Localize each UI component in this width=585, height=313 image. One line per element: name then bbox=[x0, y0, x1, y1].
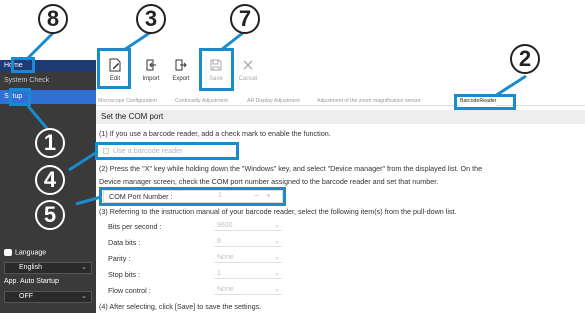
callout-box-barcode-tab bbox=[454, 94, 516, 110]
chevron-down-icon: ⌄ bbox=[81, 264, 87, 271]
language-value: English bbox=[19, 264, 42, 271]
parity-label: Parity : bbox=[108, 254, 131, 263]
chevron-down-icon: ⌄ bbox=[274, 254, 280, 261]
data-bits-value: 8 bbox=[217, 238, 221, 245]
step-2-line-1: (2) Press the "X" key while holding down… bbox=[99, 164, 483, 173]
tab-microscope-configuration[interactable]: Microscope Configuration bbox=[98, 96, 157, 106]
callout-box-com-port bbox=[99, 187, 286, 206]
chevron-down-icon: ⌄ bbox=[274, 238, 280, 245]
close-icon bbox=[243, 60, 253, 70]
cancel-label: Cancel bbox=[238, 76, 258, 82]
callout-box-setup bbox=[9, 88, 31, 106]
language-icon bbox=[4, 249, 12, 256]
callout-box-save bbox=[199, 48, 234, 91]
language-label: Language bbox=[4, 249, 46, 256]
language-label-text: Language bbox=[15, 249, 47, 257]
tab-confocality-adjustment[interactable]: Confocality Adjustment bbox=[175, 96, 228, 106]
stop-bits-select[interactable]: 1 ⌄ bbox=[214, 268, 282, 279]
stop-bits-value: 1 bbox=[217, 270, 221, 277]
chevron-down-icon: ⌄ bbox=[274, 222, 280, 229]
callout-number-1: 1 bbox=[35, 128, 65, 158]
auto-startup-select[interactable]: OFF ⌄ bbox=[4, 291, 92, 303]
export-label: Export bbox=[172, 76, 190, 82]
language-select[interactable]: English ⌄ bbox=[4, 262, 92, 274]
screenshot-stage: Home System Check Setup Language English… bbox=[0, 0, 585, 313]
chevron-down-icon: ⌄ bbox=[274, 270, 280, 277]
callout-box-home bbox=[11, 57, 35, 73]
data-bits-select[interactable]: 8 ⌄ bbox=[214, 236, 282, 247]
flow-control-value: None bbox=[217, 286, 234, 293]
export-icon bbox=[175, 59, 187, 71]
callout-number-8: 8 bbox=[38, 4, 68, 34]
bits-per-second-select[interactable]: 9600 ⌄ bbox=[214, 220, 282, 231]
export-button[interactable]: Export bbox=[166, 58, 196, 82]
callout-number-3: 3 bbox=[136, 4, 166, 34]
callout-number-4: 4 bbox=[35, 165, 65, 195]
flow-control-label: Flow control : bbox=[108, 286, 151, 295]
flow-control-select[interactable]: None ⌄ bbox=[214, 284, 282, 295]
chevron-down-icon: ⌄ bbox=[81, 293, 87, 300]
bits-per-second-label: Bits per second : bbox=[108, 222, 162, 231]
callout-box-checkbox bbox=[95, 142, 239, 160]
tab-ar-display-adjustment[interactable]: AR Display Adjustment bbox=[247, 96, 300, 106]
import-label: Import bbox=[142, 76, 160, 82]
import-button[interactable]: Import bbox=[136, 58, 166, 82]
step-2-line-2: Device manager screen, check the COM por… bbox=[99, 177, 439, 186]
parity-value: None bbox=[217, 254, 234, 261]
step-3-text: (3) Referring to the instruction manual … bbox=[99, 207, 457, 216]
callout-number-7: 7 bbox=[230, 4, 260, 34]
step-1-text: (1) If you use a barcode reader, add a c… bbox=[99, 129, 331, 138]
auto-startup-value: OFF bbox=[19, 293, 33, 300]
auto-startup-label: App. Auto Startup bbox=[4, 278, 59, 285]
import-icon bbox=[146, 59, 156, 71]
section-title: Set the COM port bbox=[96, 110, 585, 124]
callout-number-2: 2 bbox=[510, 44, 540, 74]
data-bits-label: Data bits : bbox=[108, 238, 141, 247]
callout-number-5: 5 bbox=[35, 200, 65, 230]
bits-per-second-value: 9600 bbox=[217, 222, 233, 229]
tab-zoom-sensor-adjustment[interactable]: Adjustment of the zoom magnification sen… bbox=[317, 96, 454, 106]
cancel-button[interactable]: Cancel bbox=[233, 58, 263, 82]
step-4-text: (4) After selecting, click [Save] to sav… bbox=[99, 302, 262, 311]
stop-bits-label: Stop bits : bbox=[108, 270, 140, 279]
parity-select[interactable]: None ⌄ bbox=[214, 252, 282, 263]
sidebar-item-system-check[interactable]: System Check bbox=[0, 74, 96, 88]
chevron-down-icon: ⌄ bbox=[274, 286, 280, 293]
callout-box-edit bbox=[97, 48, 131, 89]
